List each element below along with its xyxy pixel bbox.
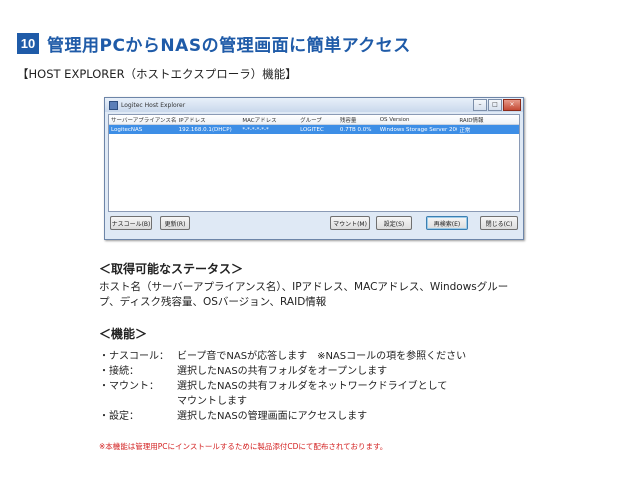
cell-os: Windows Storage Server 2008	[379, 126, 458, 133]
column-header[interactable]: IPアドレス	[177, 116, 241, 124]
function-desc: 選択したNASの共有フォルダをオープンします	[177, 366, 388, 377]
cell-ip: 192.168.0.1(DHCP)	[178, 126, 232, 133]
list-header: サーバーアプライアンス名 IPアドレス MACアドレス グループ 残容量 OS …	[109, 115, 519, 125]
cell-mac: *-*-*-*-*-*	[242, 126, 269, 133]
function-item: ・ナスコール： ビープ音でNASが応答します ※NASコールの項を参照ください	[99, 347, 466, 362]
settings-button[interactable]: 設定(S)	[376, 216, 412, 230]
cell-raid: 正常	[459, 127, 471, 134]
nas-list[interactable]: サーバーアプライアンス名 IPアドレス MACアドレス グループ 残容量 OS …	[108, 114, 520, 212]
function-desc: 選択したNASの共有フォルダをネットワークドライブとして	[177, 381, 448, 392]
functions-heading: ＜機能＞	[99, 327, 148, 341]
minimize-icon[interactable]: –	[473, 99, 487, 111]
function-item: ・設定： 選択したNASの管理画面にアクセスします	[99, 407, 367, 422]
section-number-badge: 10	[17, 33, 39, 54]
function-desc: 選択したNASの管理画面にアクセスします	[177, 411, 368, 422]
function-label: ・マウント：	[99, 381, 159, 392]
cell-capacity: 0.7TB 0.0%	[339, 126, 372, 133]
reconnect-button[interactable]: 再検索(E)	[426, 216, 468, 230]
window-titlebar[interactable]: Logitec Host Explorer – □ ×	[105, 98, 523, 112]
function-item: ・マウント： 選択したNASの共有フォルダをネットワークドライブとして	[99, 377, 447, 392]
cell-name: LogitecNAS	[111, 126, 143, 133]
column-header[interactable]: 残容量	[338, 116, 378, 124]
app-icon	[109, 100, 118, 110]
button-bar: ナスコール(B) 更新(R) マウント(M) 設定(S) 再検索(E) 閉じる(…	[108, 216, 520, 232]
nascall-button[interactable]: ナスコール(B)	[110, 216, 152, 230]
column-header[interactable]: グループ	[298, 116, 338, 124]
window-title: Logitec Host Explorer	[121, 101, 186, 109]
function-desc: ビープ音でNASが応答します ※NASコールの項を参照ください	[177, 351, 467, 362]
close-icon[interactable]: ×	[503, 99, 521, 111]
page-subtitle: 【HOST EXPLORER（ホストエクスプローラ）機能】	[17, 67, 297, 81]
host-explorer-window: Logitec Host Explorer – □ × サーバーアプライアンス名…	[104, 97, 524, 240]
column-header[interactable]: MACアドレス	[240, 116, 298, 124]
function-label: ・接続：	[99, 366, 139, 377]
function-item: ・接続： 選択したNASの共有フォルダをオープンします	[99, 362, 387, 377]
refresh-button[interactable]: 更新(R)	[160, 216, 190, 230]
column-header[interactable]: RAID情報	[457, 116, 519, 124]
function-label: ・ナスコール：	[99, 351, 169, 362]
page-header: 10 管理用PCからNASの管理画面に簡単アクセス	[17, 31, 411, 56]
function-desc: マウントします	[177, 396, 247, 407]
function-item: マウントします	[99, 392, 247, 407]
table-row[interactable]: LogitecNAS 192.168.0.1(DHCP) *-*-*-*-*-*…	[109, 125, 519, 134]
footnote: ※本機能は管理用PCにインストールするために製品添付CDにて配布されております。	[99, 442, 388, 451]
function-label: ・設定：	[99, 411, 139, 422]
maximize-icon[interactable]: □	[488, 99, 502, 111]
page-title: 管理用PCからNASの管理画面に簡単アクセス	[47, 36, 411, 56]
status-heading: ＜取得可能なステータス＞	[99, 262, 244, 276]
column-header[interactable]: サーバーアプライアンス名	[109, 116, 177, 124]
window-controls: – □ ×	[473, 99, 521, 111]
close-button[interactable]: 閉じる(C)	[480, 216, 518, 230]
cell-group: LOGITEC	[300, 126, 324, 133]
function-label	[99, 392, 177, 407]
mount-button[interactable]: マウント(M)	[330, 216, 370, 230]
status-text-line2: プ、ディスク残容量、OSバージョン、RAID情報	[99, 296, 327, 308]
status-text-line1: ホスト名（サーバーアプライアンス名）、IPアドレス、MACアドレス、Window…	[99, 281, 509, 293]
column-header[interactable]: OS Version	[378, 117, 458, 123]
